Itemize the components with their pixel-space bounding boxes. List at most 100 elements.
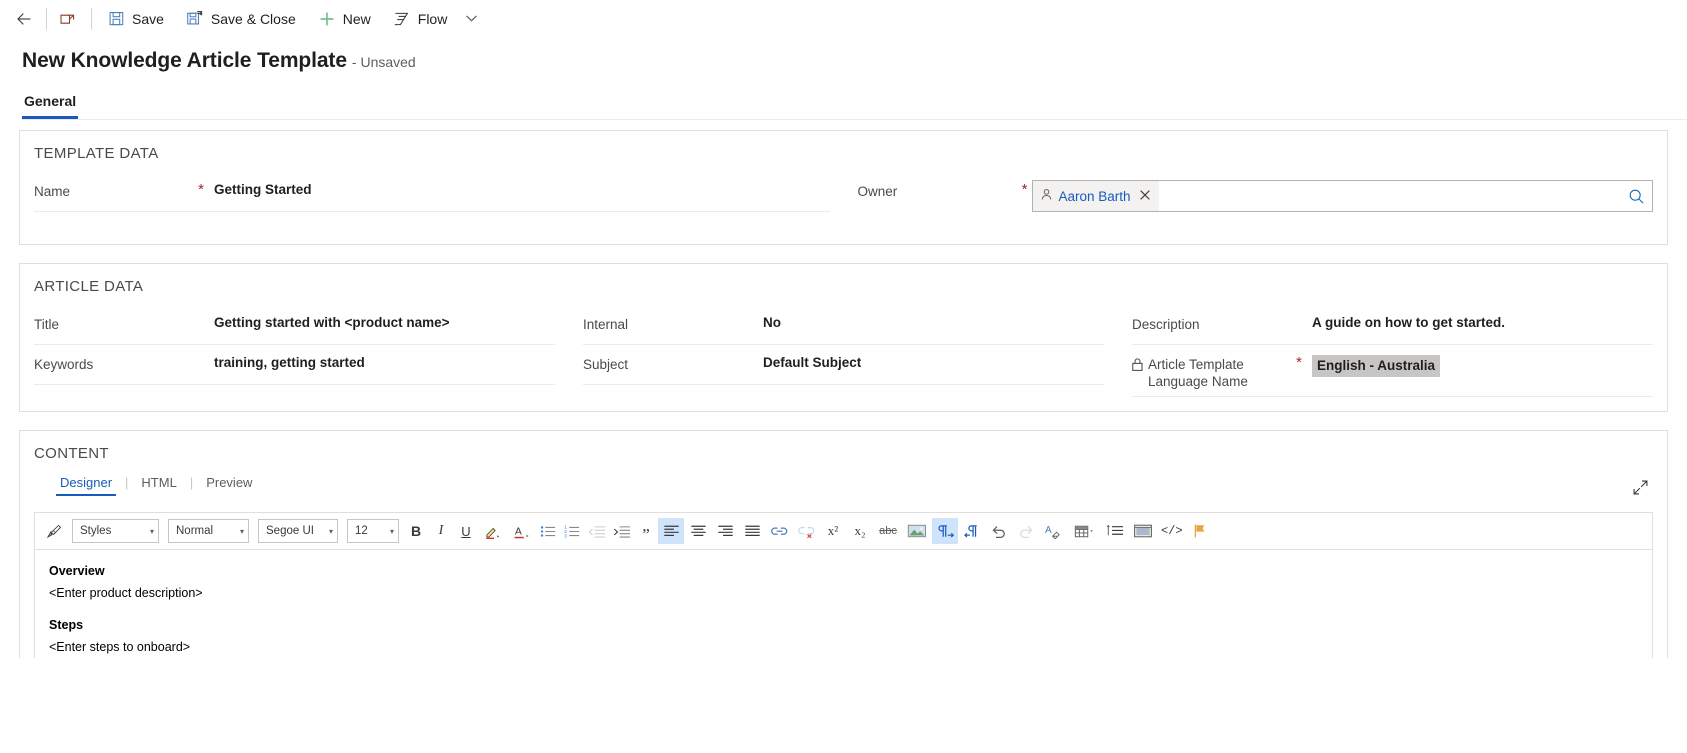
clear-formatting-button[interactable]: A [1040,518,1068,544]
insert-media-button[interactable] [1129,518,1157,544]
field-internal-value[interactable]: No [757,311,1104,330]
field-subject: Subject Default Subject [583,345,1104,385]
owner-chip[interactable]: Aaron Barth [1032,181,1159,211]
save-and-close-button[interactable]: Save & Close [175,1,307,37]
back-arrow-icon [15,10,33,28]
strikethrough-label: abc [879,525,897,537]
insert-link-button[interactable] [766,518,792,544]
editor-tab-preview[interactable]: Preview [202,472,256,496]
styles-dropdown[interactable]: Styles ▾ [72,519,159,543]
popout-button[interactable] [51,1,87,37]
align-center-button[interactable] [685,518,711,544]
text-highlight-button[interactable] [479,518,507,544]
subscript-button[interactable]: x₂ [847,518,873,544]
superscript-button[interactable]: x² [820,518,846,544]
unsaved-indicator: - Unsaved [351,54,416,70]
flow-button[interactable]: Flow [382,1,459,37]
redo-button[interactable] [1013,518,1039,544]
increase-indent-button[interactable] [610,518,634,544]
new-label: New [342,10,371,27]
field-language-value[interactable]: English - Australia [1312,355,1441,377]
article-data-column-3: Description A guide on how to get starte… [1118,305,1667,397]
font-family-value: Segoe UI [266,525,314,537]
paragraph-format-dropdown[interactable]: Normal ▾ [168,519,249,543]
save-button[interactable]: Save [96,1,175,37]
field-description: Description A guide on how to get starte… [1132,305,1653,345]
editor-spacer [49,604,1638,615]
field-name-value[interactable]: Getting Started [208,178,830,197]
lookup-search-icon[interactable] [1628,188,1645,205]
field-subject-value[interactable]: Default Subject [757,351,1104,370]
subscript-label: x₂ [854,523,866,538]
field-keywords-value[interactable]: training, getting started [208,351,555,370]
left-to-right-button[interactable] [932,518,958,544]
strikethrough-button[interactable]: abc [874,518,902,544]
field-keywords-label: Keywords [34,357,94,372]
font-family-dropdown[interactable]: Segoe UI ▾ [258,519,338,543]
field-title-value[interactable]: Getting started with <product name> [208,311,555,330]
person-icon [1040,188,1053,204]
line-spacing-button[interactable] [1102,518,1128,544]
close-icon[interactable] [1137,189,1153,204]
field-subject-label: Subject [583,357,629,372]
editor-tab-designer[interactable]: Designer [56,472,117,496]
field-keywords-required [194,351,208,357]
tab-general[interactable]: General [22,87,79,119]
justify-button[interactable] [739,518,765,544]
align-right-icon [717,525,733,536]
editor-tab-divider-1: | [125,474,129,490]
font-color-button[interactable]: A [508,518,536,544]
svg-text:A: A [1045,525,1052,536]
align-left-icon [663,525,679,536]
numbered-list-button[interactable]: 1 2 3 [561,518,584,544]
bold-button[interactable]: B [404,518,428,544]
field-language-label: Article Template Language Name [1132,351,1292,390]
insert-media-icon [1134,524,1152,538]
chevron-down-icon: ▾ [389,526,394,536]
new-button[interactable]: New [307,1,382,37]
block-quote-button[interactable]: ” [635,518,657,544]
editor-tab-strip: Designer | HTML | Preview [20,466,1667,496]
owner-lookup-input[interactable]: Aaron Barth [1031,180,1653,212]
overflow-chevron-button[interactable] [458,1,484,37]
increase-indent-icon [613,525,631,538]
editor-tab-html[interactable]: HTML [137,472,180,496]
rich-text-body[interactable]: Overview <Enter product description> Ste… [35,550,1652,658]
right-to-left-icon [963,524,977,538]
field-language-value-cell: English - Australia [1306,351,1653,377]
field-internal-label: Internal [583,317,629,332]
field-owner-required: * [1021,181,1028,198]
underline-button[interactable]: U [454,518,478,544]
command-bar: Save Save & Close New Flow [0,0,1687,37]
insert-link-icon [770,527,787,535]
insert-table-button[interactable] [1069,518,1101,544]
superscript-label: x² [827,523,839,538]
field-description-value[interactable]: A guide on how to get started. [1306,311,1653,330]
undo-icon [992,526,1005,539]
align-right-button[interactable] [712,518,738,544]
source-code-button[interactable]: </> [1158,518,1186,544]
decrease-indent-button[interactable] [585,518,609,544]
right-to-left-button[interactable] [959,518,985,544]
section-template-data-label: TEMPLATE DATA [34,145,159,162]
lock-icon [1132,356,1143,375]
field-language-label-line2: Language Name [1148,374,1248,389]
flow-icon [393,10,411,28]
back-button[interactable] [6,1,42,37]
flag-button[interactable] [1187,518,1213,544]
italic-button[interactable]: I [429,518,453,544]
numbered-list-icon: 1 2 3 [564,524,580,539]
format-painter-icon[interactable] [41,518,67,544]
block-quote-glyph: ” [642,525,650,544]
field-keywords: Keywords training, getting started [34,345,555,385]
remove-link-button[interactable] [793,518,819,544]
form-tab-strip: General [22,87,1687,120]
bulleted-list-button[interactable] [537,518,560,544]
insert-image-button[interactable] [903,518,931,544]
align-left-button[interactable] [658,518,684,544]
article-data-column-1: Title Getting started with <product name… [20,305,569,397]
undo-button[interactable] [986,518,1012,544]
expand-diagonal-icon[interactable] [1632,479,1649,501]
font-size-dropdown[interactable]: 12 ▾ [347,519,399,543]
remove-link-icon [797,526,814,538]
